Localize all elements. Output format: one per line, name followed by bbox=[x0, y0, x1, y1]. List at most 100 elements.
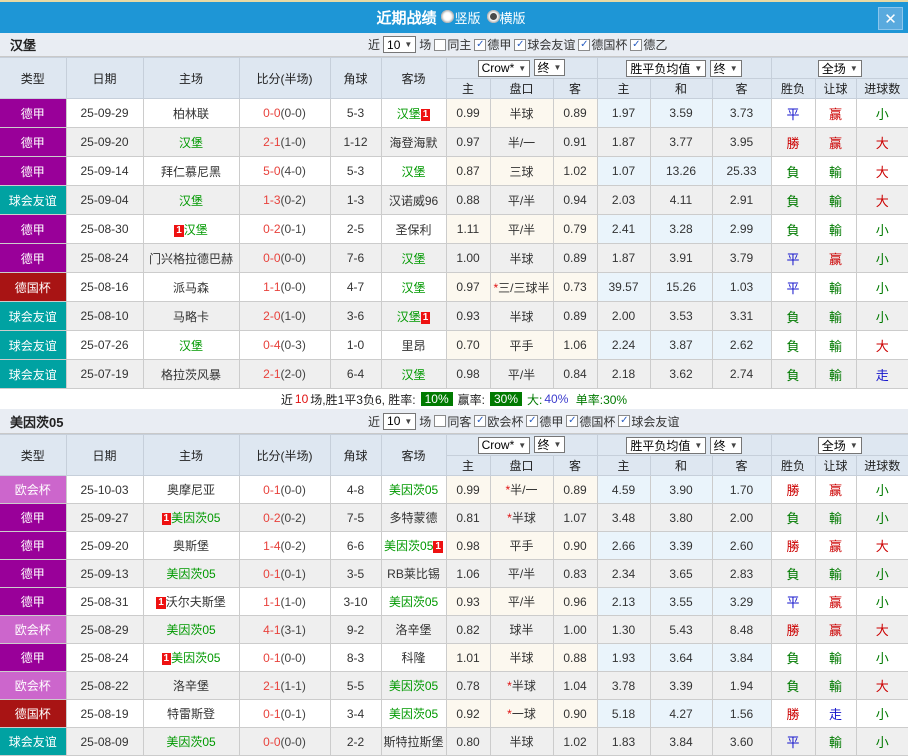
league-filter-checkbox[interactable]: ✓ bbox=[578, 38, 591, 51]
chevron-down-icon: ▼ bbox=[849, 63, 858, 73]
avg-away-odds: 3.79 bbox=[711, 243, 772, 273]
score-cell: 0-0(0-0) bbox=[238, 98, 331, 128]
scope-select[interactable]: 全场 ▼ bbox=[817, 59, 862, 77]
league-filter-checkbox[interactable]: ✓ bbox=[474, 415, 487, 427]
close-button[interactable]: ✕ bbox=[878, 7, 903, 30]
avg-home-odds: 2.13 bbox=[596, 587, 651, 616]
layout-radio[interactable] bbox=[441, 10, 455, 23]
final-avg-select[interactable]: 终 ▼ bbox=[709, 436, 742, 454]
league-filter-checkbox[interactable]: ✓ bbox=[474, 38, 487, 51]
avg-away-odds: 2.83 bbox=[711, 559, 772, 588]
result-goals-cell: 小 bbox=[855, 503, 908, 532]
date-cell: 25-08-16 bbox=[65, 272, 144, 302]
date-cell: 25-08-29 bbox=[65, 615, 144, 644]
final-avg-select[interactable]: 终 ▼ bbox=[709, 59, 742, 77]
chevron-down-icon: ▼ bbox=[849, 440, 858, 450]
league-filter: ✓ 德国杯 bbox=[578, 36, 627, 53]
column-header: 日期 bbox=[65, 434, 144, 476]
date-cell: 25-07-26 bbox=[65, 330, 144, 360]
league-filter-checkbox[interactable]: ✓ bbox=[514, 38, 527, 51]
scope-group-header: 全场 ▼ bbox=[770, 57, 908, 79]
home-team-name: 奥斯堡 bbox=[172, 539, 209, 553]
fulltime-score: 0-0 bbox=[263, 734, 281, 749]
same-venue-label: 同客 bbox=[447, 414, 472, 429]
avg-away-odds: 2.74 bbox=[711, 359, 772, 389]
match-row: 欧会杯 25-08-29 美因茨05 4-1(3-1) 9-2 洛辛堡 0.82 球半 1.00… bbox=[0, 615, 908, 644]
result-goals-cell: 小 bbox=[855, 98, 908, 128]
result-goals-cell: 小 bbox=[855, 559, 908, 588]
league-filter-checkbox[interactable]: ✓ bbox=[618, 415, 631, 427]
avg-odds-select[interactable]: 胜平负均值 ▼ bbox=[626, 436, 707, 454]
fulltime-score: 2-1 bbox=[263, 678, 281, 693]
final-odds-select[interactable]: 终 ▼ bbox=[533, 436, 566, 454]
league-filter-checkbox[interactable]: ✓ bbox=[526, 415, 539, 427]
avg-draw-odds: 3.55 bbox=[649, 587, 713, 616]
league-filter-label: 欧会杯 bbox=[487, 414, 524, 429]
fulltime-score: 1-1 bbox=[263, 280, 281, 294]
final-odds-select[interactable]: 终 ▼ bbox=[533, 59, 566, 77]
odds-company-select[interactable]: Crow* ▼ bbox=[477, 59, 531, 77]
home-team-name: 沃尔夫斯堡 bbox=[165, 595, 226, 609]
handicap-home-odds: 0.88 bbox=[445, 185, 491, 215]
score-cell: 1-1(0-0) bbox=[238, 272, 331, 302]
handicap-home-odds: 1.00 bbox=[445, 243, 491, 273]
handicap-home-odds: 0.92 bbox=[445, 699, 491, 728]
handicap-home-odds: 0.80 bbox=[445, 727, 491, 756]
odds-company-select-value: Crow* bbox=[481, 61, 515, 76]
score-cell: 0-1(0-0) bbox=[238, 475, 331, 504]
date-cell: 25-08-09 bbox=[65, 727, 144, 756]
league-type-cell: 德甲 bbox=[0, 243, 67, 273]
fulltime-score: 4-1 bbox=[263, 622, 281, 637]
date-cell: 25-09-20 bbox=[65, 127, 144, 157]
final-avg-select-value: 终 bbox=[713, 438, 726, 453]
home-team-name: 奥摩尼亚 bbox=[166, 483, 215, 497]
handicap-line: 平/半 bbox=[489, 185, 554, 215]
asterisk-mark: * bbox=[507, 511, 512, 525]
same-venue-checkbox[interactable] bbox=[434, 415, 447, 427]
corner-cell: 3-10 bbox=[329, 587, 382, 616]
scope-select[interactable]: 全场 ▼ bbox=[817, 436, 862, 454]
handicap-home-odds: 0.93 bbox=[445, 301, 491, 331]
corner-cell: 6-4 bbox=[329, 359, 382, 389]
same-venue-checkbox[interactable] bbox=[434, 38, 447, 51]
sub-column-header: 主 bbox=[596, 78, 651, 99]
league-filter-checkbox[interactable]: ✓ bbox=[566, 415, 579, 427]
avg-away-odds: 2.60 bbox=[711, 531, 772, 560]
league-type-cell: 德甲 bbox=[0, 531, 67, 560]
away-team-name: 美因茨05 bbox=[384, 539, 434, 553]
fulltime-score: 0-1 bbox=[263, 706, 281, 721]
avg-odds-select[interactable]: 胜平负均值 ▼ bbox=[626, 59, 707, 77]
result-wdl-cell: 勝 bbox=[770, 615, 816, 644]
handicap-home-odds: 0.98 bbox=[445, 531, 491, 560]
chevron-down-icon: ▼ bbox=[518, 63, 527, 73]
avg-away-odds: 1.94 bbox=[711, 671, 772, 700]
odds-company-select[interactable]: Crow* ▼ bbox=[477, 436, 531, 454]
away-team-cell: 科隆 bbox=[380, 643, 447, 672]
away-team-cell: 汉堡 bbox=[380, 243, 447, 273]
home-team-name: 马略卡 bbox=[172, 309, 209, 324]
sub-column-header: 客 bbox=[552, 78, 598, 99]
away-team-name: 海登海默 bbox=[389, 135, 438, 150]
home-team-cell: 美因茨05 bbox=[142, 727, 240, 756]
result-wdl-cell: 負 bbox=[770, 359, 816, 389]
halftime-score: (0-2) bbox=[280, 538, 306, 553]
result-handicap-cell: 輸 bbox=[814, 671, 857, 700]
home-team-cell: 门兴格拉德巴赫 bbox=[142, 243, 240, 273]
unit-label: 场 bbox=[419, 414, 432, 429]
away-team-cell: 美因茨05 bbox=[380, 699, 447, 728]
odd-rate-text: 单率:30% bbox=[575, 392, 628, 407]
match-row: 球会友谊 25-08-10 马略卡 2-0(1-0) 3-6 汉堡 1 0.93 半球 0.89 2… bbox=[0, 301, 908, 331]
league-filter: ✓ 德乙 bbox=[630, 36, 667, 53]
result-wdl-cell: 負 bbox=[770, 643, 816, 672]
away-team-cell: 汉诺威96 bbox=[380, 185, 447, 215]
rank-badge: 1 bbox=[161, 513, 172, 525]
home-team-cell: 1 汉堡 bbox=[142, 214, 240, 244]
match-count-select[interactable]: 10 ▼ bbox=[383, 36, 417, 53]
match-count-select[interactable]: 10 ▼ bbox=[383, 412, 417, 430]
league-filter-label: 德乙 bbox=[643, 38, 668, 52]
away-team-name: 多特蒙德 bbox=[389, 511, 438, 525]
league-filter-checkbox[interactable]: ✓ bbox=[630, 38, 643, 51]
home-team-name: 美因茨05 bbox=[166, 623, 216, 637]
layout-radio[interactable] bbox=[486, 10, 500, 23]
fulltime-score: 2-0 bbox=[263, 309, 281, 323]
